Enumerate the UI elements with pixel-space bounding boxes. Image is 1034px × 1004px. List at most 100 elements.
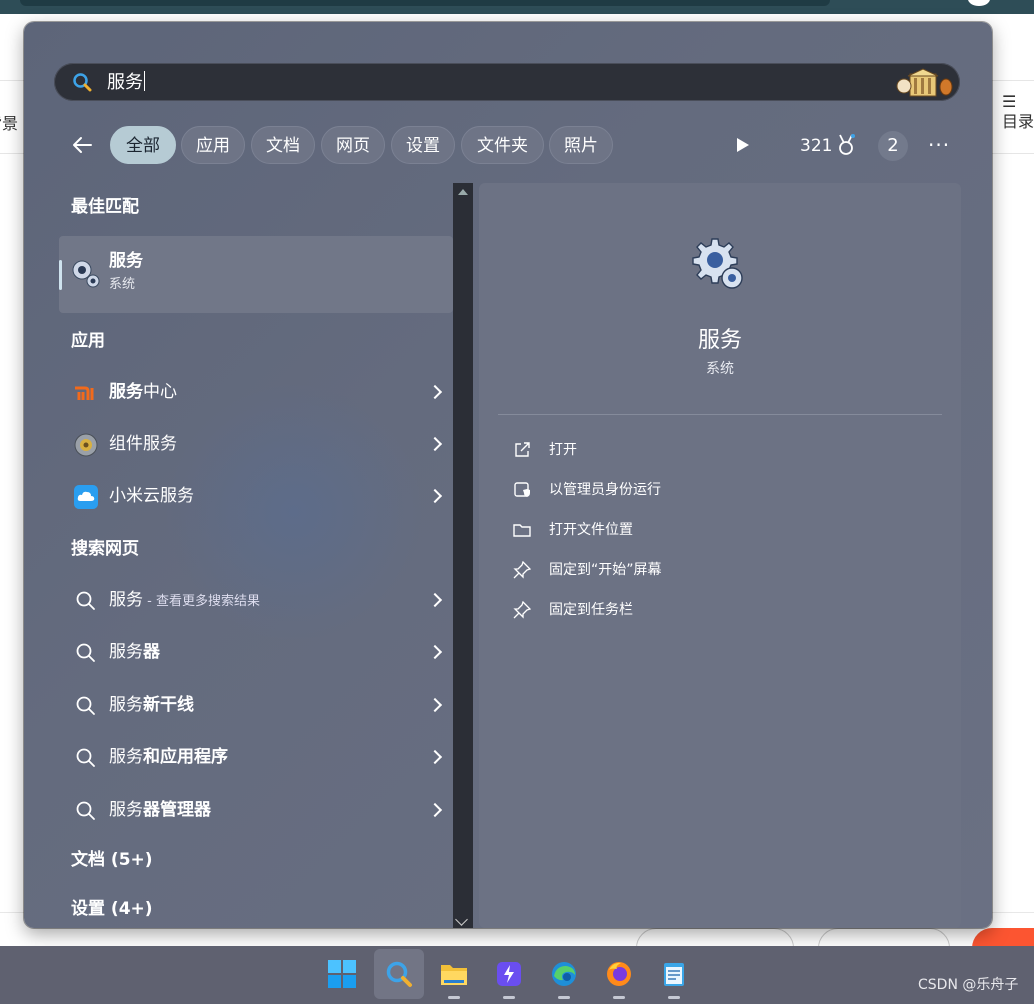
filter-bar: 全部 应用 文档 网页 设置 文件夹 照片 321 2 ··· xyxy=(24,125,992,167)
taskbar-search[interactable] xyxy=(374,949,424,999)
app-item[interactable]: 组件服务 xyxy=(59,422,453,466)
taskbar-app[interactable] xyxy=(484,949,534,999)
pin-icon xyxy=(513,561,531,579)
tab-documents[interactable]: 文档 xyxy=(251,126,315,164)
tab-photos[interactable]: 照片 xyxy=(549,126,613,164)
search-box[interactable]: 服务 xyxy=(54,63,960,101)
preview-pane: 服务 系统 打开 以管理员身份运行 打开文件位置 固定到“开始”屏幕 固定到任务… xyxy=(479,183,961,928)
notification-count[interactable]: 2 xyxy=(878,131,908,161)
lightning-app-icon xyxy=(497,962,521,986)
web-result-label: 服务 xyxy=(109,642,143,662)
search-icon xyxy=(76,591,95,610)
web-result-label-bold: 和应用程序 xyxy=(143,747,228,767)
best-match-title: 服务 xyxy=(109,251,143,271)
chevron-right-icon xyxy=(427,488,443,504)
chevron-right-icon xyxy=(427,802,443,818)
app-label-bold: 服务 xyxy=(109,382,143,402)
firefox-icon xyxy=(607,962,631,986)
mi-icon xyxy=(75,386,94,400)
settings-header[interactable]: 设置 (4+) xyxy=(71,897,153,921)
open-external-icon xyxy=(515,442,530,457)
back-arrow-icon[interactable] xyxy=(70,133,94,157)
xiaomi-cloud-icon xyxy=(74,485,98,509)
web-result-label-bold: 新干线 xyxy=(143,695,194,715)
search-icon xyxy=(76,801,95,820)
web-result-label: 服务 xyxy=(109,695,143,715)
chevron-right-icon xyxy=(427,436,443,452)
web-result[interactable]: 服务和应用程序 xyxy=(59,735,453,779)
folder-icon xyxy=(513,524,531,537)
search-icon xyxy=(76,643,95,662)
best-match-header: 最佳匹配 xyxy=(71,197,139,217)
web-result[interactable]: 服务 - 查看更多搜索结果 xyxy=(59,578,453,622)
tab-web[interactable]: 网页 xyxy=(321,126,385,164)
search-web-header: 搜索网页 xyxy=(71,539,139,559)
app-item[interactable]: 服务中心 xyxy=(59,370,453,414)
background-browser-bar xyxy=(0,0,1034,14)
web-result[interactable]: 服务新干线 xyxy=(59,683,453,727)
tab-apps[interactable]: 应用 xyxy=(181,126,245,164)
apps-header: 应用 xyxy=(71,331,105,351)
background-left-label: ◆背景 xyxy=(0,114,19,133)
chevron-right-icon xyxy=(427,644,443,660)
app-item[interactable]: 小米云服务 xyxy=(59,474,453,518)
taskbar-firefox[interactable] xyxy=(594,949,644,999)
search-icon xyxy=(76,748,95,767)
app-label: 小米云服务 xyxy=(109,486,194,506)
pin-icon xyxy=(513,601,531,619)
preview-category: 系统 xyxy=(706,361,734,377)
taskbar-notepad[interactable] xyxy=(649,949,699,999)
web-result-label: 服务 xyxy=(109,590,143,610)
chevron-right-icon xyxy=(427,384,443,400)
best-match-item[interactable]: 服务 系统 xyxy=(59,236,453,313)
best-match-subtitle: 系统 xyxy=(109,277,136,292)
search-input[interactable]: 服务 xyxy=(107,71,145,94)
web-result-label-bold: 器管理器 xyxy=(143,800,211,820)
background-right-label: ☰ 目录 xyxy=(1002,92,1034,131)
shield-window-icon xyxy=(514,482,530,497)
web-result-label: 服务 xyxy=(109,747,143,767)
web-result-label: 服务 xyxy=(109,800,143,820)
chevron-right-icon xyxy=(427,749,443,765)
rewards-points[interactable]: 321 xyxy=(800,134,832,158)
watermark: CSDN @乐舟子 xyxy=(918,977,1019,993)
app-label: 中心 xyxy=(143,382,177,402)
folder-icon xyxy=(441,965,467,985)
search-icon xyxy=(76,696,95,715)
web-result-label-bold: 器 xyxy=(143,642,160,662)
search-panel: 服务 全部 应用 文档 网页 设置 文件夹 照片 321 2 ··· 最佳匹配 xyxy=(24,22,992,928)
taskbar-edge[interactable] xyxy=(539,949,589,999)
action-run-as-admin[interactable]: 以管理员身份运行 xyxy=(509,475,929,505)
app-label: 组件服务 xyxy=(109,434,177,454)
taskbar xyxy=(0,946,1034,1004)
chevron-right-icon xyxy=(427,592,443,608)
edge-browser-icon xyxy=(552,962,576,986)
services-gear-icon xyxy=(692,238,743,289)
rewards-medal-icon[interactable] xyxy=(836,133,856,157)
action-pin-to-taskbar[interactable]: 固定到任务栏 xyxy=(509,595,929,625)
search-icon xyxy=(73,73,92,92)
action-pin-to-start[interactable]: 固定到“开始”屏幕 xyxy=(509,555,929,585)
component-services-icon xyxy=(74,433,98,457)
tab-all[interactable]: 全部 xyxy=(110,126,176,164)
web-result[interactable]: 服务器管理器 xyxy=(59,788,453,832)
action-open[interactable]: 打开 xyxy=(509,435,929,465)
action-open-file-location[interactable]: 打开文件位置 xyxy=(509,515,929,545)
documents-header[interactable]: 文档 (5+) xyxy=(71,848,153,872)
preview-title: 服务 xyxy=(697,328,742,353)
tab-folders[interactable]: 文件夹 xyxy=(461,126,544,164)
more-options-icon[interactable]: ··· xyxy=(928,133,950,157)
windows-logo-icon xyxy=(328,960,356,988)
web-result[interactable]: 服务器 xyxy=(59,630,453,674)
play-icon[interactable] xyxy=(737,138,749,152)
search-highlight-icon xyxy=(896,68,953,97)
services-gear-icon xyxy=(72,260,100,288)
start-button[interactable] xyxy=(317,949,367,999)
web-result-hint: - 查看更多搜索结果 xyxy=(143,594,260,609)
divider xyxy=(498,414,942,415)
results-scrollbar[interactable] xyxy=(453,183,473,928)
taskbar-file-explorer[interactable] xyxy=(429,949,479,999)
chevron-right-icon xyxy=(427,697,443,713)
notepad-icon xyxy=(664,963,684,986)
tab-settings[interactable]: 设置 xyxy=(391,126,455,164)
